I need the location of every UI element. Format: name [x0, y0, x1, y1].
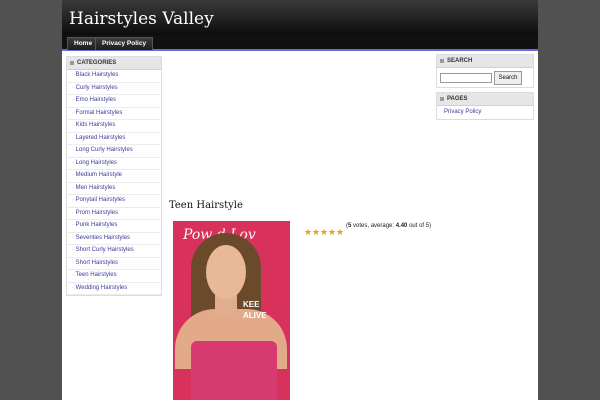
- category-link[interactable]: Wedding Hairstyles: [67, 283, 161, 295]
- star-icon[interactable]: ★: [304, 228, 312, 237]
- search-input[interactable]: [440, 73, 492, 83]
- categories-title: Categories: [67, 57, 161, 70]
- category-link[interactable]: Curly Hairstyles: [67, 83, 161, 95]
- search-widget: Search Search: [436, 54, 534, 88]
- category-link[interactable]: Short Hairstyles: [67, 258, 161, 270]
- search-title: Search: [437, 55, 533, 68]
- category-link[interactable]: Kids Hairstyles: [67, 120, 161, 133]
- pages-widget: Pages Privacy Policy: [436, 92, 534, 120]
- photo-backdrop-text-2: KEE ALIVE: [243, 300, 267, 320]
- site-header: Hairstyles Valley: [62, 0, 538, 35]
- category-link[interactable]: Long Hairstyles: [67, 158, 161, 170]
- star-icon[interactable]: ★: [336, 228, 344, 237]
- page-link-privacy-policy[interactable]: Privacy Policy: [437, 106, 533, 118]
- photo-dress: [191, 341, 277, 400]
- search-button[interactable]: Search: [494, 71, 522, 85]
- site-title[interactable]: Hairstyles Valley: [69, 8, 214, 30]
- categories-widget: Categories Black Hairstyles Curly Hairst…: [66, 56, 162, 296]
- category-link[interactable]: Punk Hairstyles: [67, 220, 161, 233]
- category-link[interactable]: Prom Hairstyles: [67, 208, 161, 220]
- category-link[interactable]: Men Hairstyles: [67, 183, 161, 195]
- rating-votes: 5: [348, 223, 352, 229]
- category-link[interactable]: Seventies Hairstyles: [67, 233, 161, 245]
- category-link[interactable]: Formal Hairstyles: [67, 108, 161, 120]
- star-icon[interactable]: ★: [320, 228, 328, 237]
- pages-title: Pages: [437, 93, 533, 106]
- rating-stars[interactable]: ★★★★★: [304, 222, 344, 240]
- rating-summary: (5 votes, average: 4.40 out of 5): [346, 223, 432, 229]
- nav-privacy-policy[interactable]: Privacy Policy: [95, 37, 154, 50]
- category-link[interactable]: Black Hairstyles: [67, 70, 161, 83]
- category-link[interactable]: Medium Hairstyle: [67, 170, 161, 183]
- rating-out-of: out of 5): [409, 223, 432, 229]
- category-link[interactable]: Ponytail Hairstyles: [67, 195, 161, 208]
- category-link[interactable]: Layered Hairstyles: [67, 133, 161, 145]
- star-icon[interactable]: ★: [328, 228, 336, 237]
- rating-votes-label: votes, average:: [353, 223, 395, 229]
- post-title[interactable]: Teen Hairstyle: [169, 200, 243, 211]
- post-photo: Pow d Lov KEE ALIVE: [173, 221, 290, 400]
- rating-average: 4.40: [395, 223, 408, 229]
- category-link[interactable]: Teen Hairstyles: [67, 270, 161, 283]
- page-wrapper: Hairstyles Valley Home Privacy Policy Ca…: [62, 0, 538, 400]
- nav-bar: Home Privacy Policy: [62, 35, 538, 51]
- photo-face: [206, 245, 246, 299]
- category-link[interactable]: Short Curly Hairstyles: [67, 245, 161, 258]
- star-icon[interactable]: ★: [312, 228, 320, 237]
- category-link[interactable]: Long Curly Hairstyles: [67, 145, 161, 158]
- category-link[interactable]: Emo Hairstyles: [67, 95, 161, 108]
